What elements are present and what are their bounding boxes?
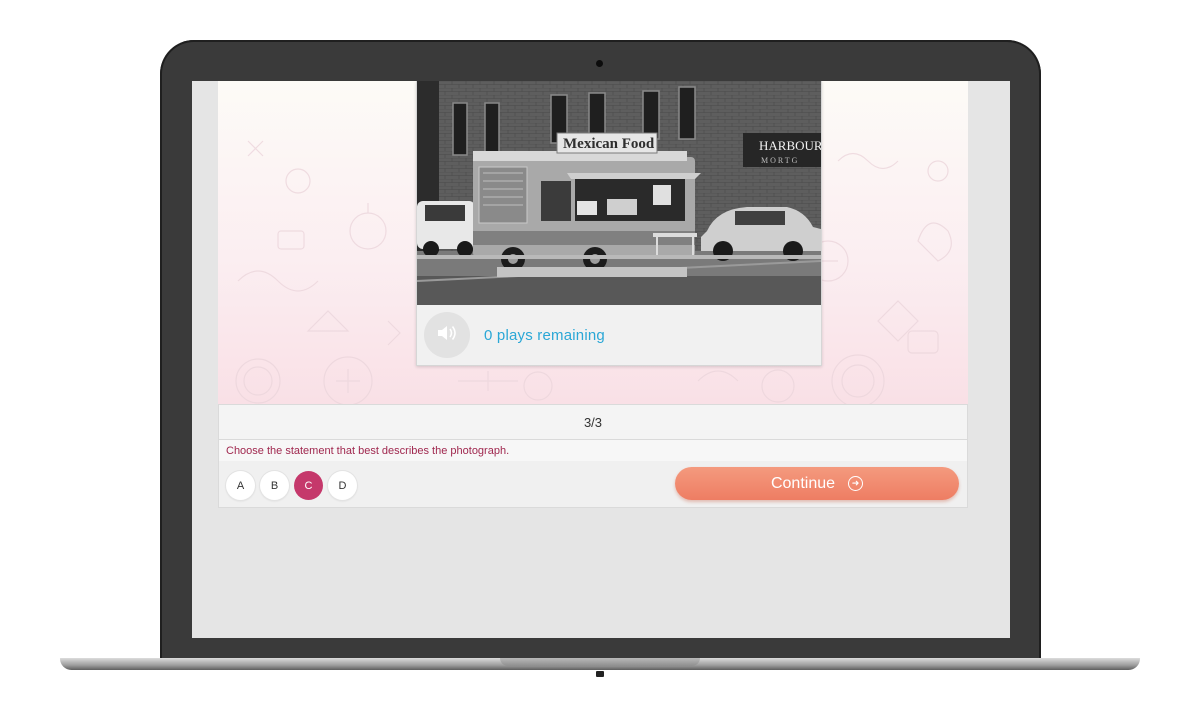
question-counter: 3/3	[583, 414, 603, 430]
laptop-base-notch	[500, 658, 700, 666]
question-prompt: Choose the statement that best describes…	[226, 444, 510, 457]
building-sign-subtext: MORTG	[761, 156, 799, 165]
answer-bar: A B C D Continue ➜	[218, 461, 968, 508]
speaker-icon	[436, 324, 458, 347]
arrow-right-circle-icon: ➜	[848, 476, 864, 491]
question-prompt-bar: Choose the statement that best describes…	[218, 439, 968, 462]
continue-button[interactable]: Continue ➜	[675, 467, 959, 500]
laptop-base-foot	[596, 671, 604, 677]
question-stage: HARBOUR MORTG Mexican Food 0 plays remai…	[218, 81, 968, 404]
plays-remaining-text: 0 plays remaining	[484, 326, 605, 344]
photograph: HARBOUR MORTG Mexican Food	[417, 81, 821, 305]
webcam	[596, 60, 603, 67]
photo-card: HARBOUR MORTG Mexican Food 0 plays remai…	[416, 81, 822, 366]
answer-option-a[interactable]: A	[226, 471, 255, 500]
laptop-screen: HARBOUR MORTG Mexican Food 0 plays remai…	[192, 81, 1010, 638]
continue-label: Continue	[770, 474, 836, 492]
answer-option-c[interactable]: C	[294, 471, 323, 500]
audio-player: 0 plays remaining	[417, 305, 821, 365]
question-counter-bar: 3/3	[218, 404, 968, 440]
answer-option-b[interactable]: B	[260, 471, 289, 500]
play-audio-button[interactable]	[424, 312, 470, 358]
building-sign-text: HARBOUR	[759, 138, 821, 153]
answer-option-d[interactable]: D	[328, 471, 357, 500]
truck-sign-text: Mexican Food	[563, 136, 655, 152]
